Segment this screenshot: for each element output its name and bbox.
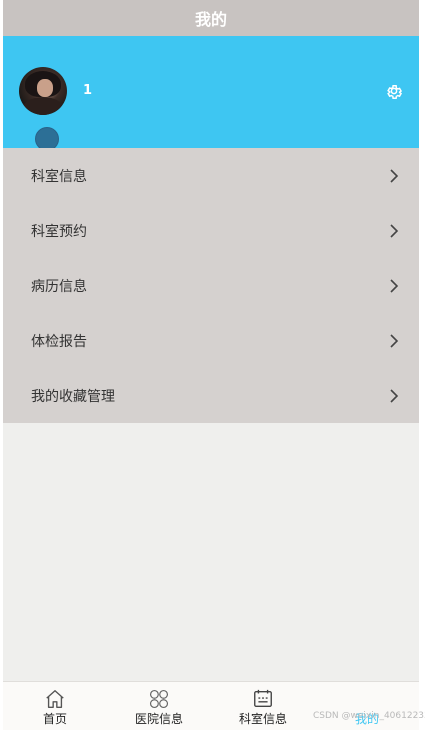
tab-label: 首页 xyxy=(42,712,67,726)
title-bar: 我的 xyxy=(3,0,419,36)
tab-hospital-info[interactable]: 医院信息 xyxy=(107,682,211,730)
hospital-icon xyxy=(149,689,169,709)
page-title: 我的 xyxy=(194,10,227,29)
tab-home[interactable]: 首页 xyxy=(3,682,107,730)
menu-item-label: 科室预约 xyxy=(31,223,87,240)
menu-item-department-info[interactable]: 科室信息 xyxy=(3,148,419,203)
watermark: CSDN @weixin_40612233 xyxy=(313,711,425,721)
tab-label: 医院信息 xyxy=(134,712,183,726)
chevron-right-icon xyxy=(390,333,399,348)
menu-list: 科室信息 科室预约 病历信息 体检报告 我的收藏管理 xyxy=(3,148,419,423)
chevron-right-icon xyxy=(390,278,399,293)
menu-item-label: 病历信息 xyxy=(31,278,87,295)
home-icon xyxy=(46,690,64,708)
chevron-right-icon xyxy=(390,388,399,403)
app-frame: 我的 1 科室信息 科室预约 病历信息 体检报告 我的收藏管理 首页 医院信息 … xyxy=(3,0,419,730)
menu-item-favorites[interactable]: 我的收藏管理 xyxy=(3,368,419,423)
menu-item-department-booking[interactable]: 科室预约 xyxy=(3,203,419,258)
menu-item-label: 我的收藏管理 xyxy=(31,388,115,405)
menu-item-checkup-report[interactable]: 体检报告 xyxy=(3,313,419,368)
chevron-right-icon xyxy=(390,168,399,183)
tab-bar: 首页 医院信息 科室信息 我的 xyxy=(3,681,419,730)
tab-department-info[interactable]: 科室信息 xyxy=(211,682,315,730)
menu-item-label: 科室信息 xyxy=(31,168,87,185)
avatar[interactable] xyxy=(19,67,67,115)
tab-mine[interactable]: 我的 xyxy=(315,682,419,730)
menu-item-label: 体检报告 xyxy=(31,333,87,350)
gear-icon[interactable] xyxy=(385,82,403,100)
profile-header: 1 xyxy=(3,36,419,148)
department-icon xyxy=(254,689,272,708)
chevron-right-icon xyxy=(390,223,399,238)
tab-label: 科室信息 xyxy=(238,712,287,726)
username: 1 xyxy=(83,83,93,98)
menu-item-medical-records[interactable]: 病历信息 xyxy=(3,258,419,313)
